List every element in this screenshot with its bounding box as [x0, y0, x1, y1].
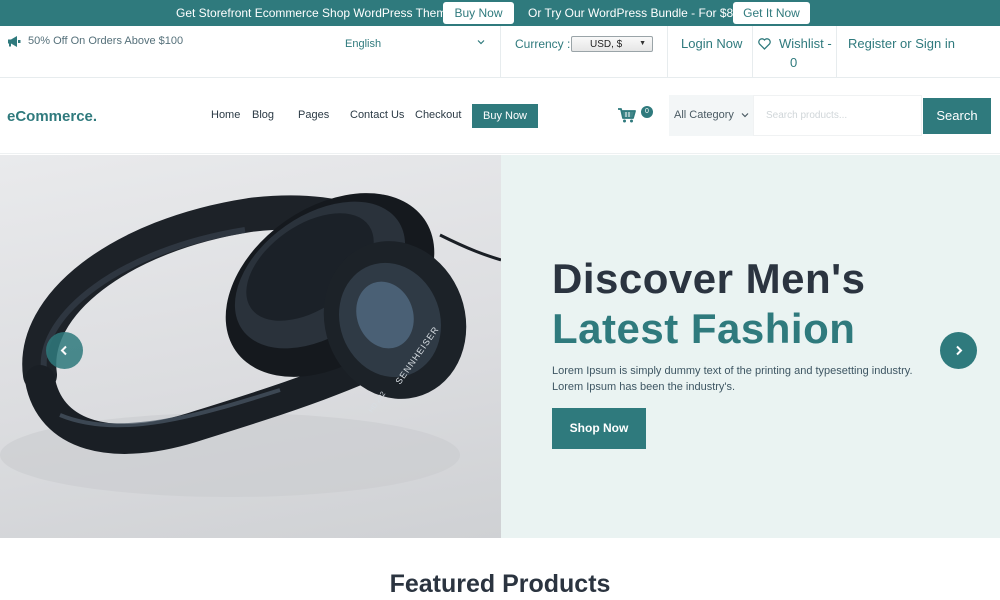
cart-count-badge: 0 — [641, 106, 653, 118]
hero-description: Lorem Ipsum is simply dummy text of the … — [552, 365, 913, 393]
offer-text: 50% Off On Orders Above $100 — [28, 35, 184, 47]
megaphone-icon — [8, 36, 21, 47]
chevron-down-icon — [477, 40, 485, 45]
promo-bundle-text: Or Try Our WordPress Bundle - For $89 — [528, 6, 740, 20]
cart-icon[interactable] — [618, 107, 636, 123]
hero-heading-line2: Latest Fashion — [552, 305, 856, 352]
chevron-right-icon — [956, 345, 963, 356]
divider — [500, 26, 501, 78]
nav-home[interactable]: Home — [211, 109, 240, 121]
promo-bar: Get Storefront Ecommerce Shop WordPress … — [0, 0, 1000, 26]
currency-value: USD, $ — [590, 39, 623, 50]
nav-checkout[interactable]: Checkout — [415, 109, 461, 121]
wishlist-link[interactable]: Wishlist - — [779, 36, 832, 51]
divider — [752, 26, 753, 78]
heart-icon — [758, 38, 771, 50]
currency-select[interactable]: USD, $ ▼ — [571, 36, 653, 52]
dropdown-arrow-icon: ▼ — [639, 40, 646, 47]
search-input[interactable] — [753, 95, 922, 136]
promo-text: Get Storefront Ecommerce Shop WordPress … — [176, 6, 454, 20]
nav-blog[interactable]: Blog — [252, 109, 274, 121]
slider-prev-button[interactable] — [46, 332, 83, 369]
search-button[interactable]: Search — [923, 98, 991, 134]
buy-now-button[interactable]: Buy Now — [472, 104, 538, 128]
promo-buy-now-button[interactable]: Buy Now — [443, 2, 514, 24]
main-header: eCommerce. Home Blog Pages Contact Us Ch… — [0, 79, 1000, 154]
shop-now-button[interactable]: Shop Now — [552, 408, 646, 449]
currency-label: Currency : — [515, 37, 571, 51]
slider-next-button[interactable] — [940, 332, 977, 369]
wishlist-count: 0 — [790, 55, 798, 70]
category-select[interactable]: All Category — [669, 95, 753, 136]
nav-pages[interactable]: Pages — [298, 109, 329, 121]
promo-get-it-now-button[interactable]: Get It Now — [733, 2, 810, 24]
register-link[interactable]: Register or Sign in — [848, 36, 955, 51]
utility-bar: 50% Off On Orders Above $100 English Cur… — [0, 26, 1000, 78]
login-link[interactable]: Login Now — [681, 36, 742, 51]
divider — [667, 26, 668, 78]
nav-contact-us[interactable]: Contact Us — [350, 109, 404, 121]
logo[interactable]: eCommerce. — [7, 108, 97, 125]
chevron-left-icon — [60, 345, 67, 356]
category-value: All Category — [674, 109, 734, 121]
divider — [836, 26, 837, 78]
hero-slider: SENNHEISER HD 202 Discover Men's Latest … — [0, 155, 1000, 538]
chevron-down-icon — [741, 113, 749, 118]
featured-products-title: Featured Products — [389, 570, 611, 598]
hero-heading-line1: Discover Men's — [552, 255, 866, 302]
language-select[interactable]: English — [345, 38, 381, 50]
